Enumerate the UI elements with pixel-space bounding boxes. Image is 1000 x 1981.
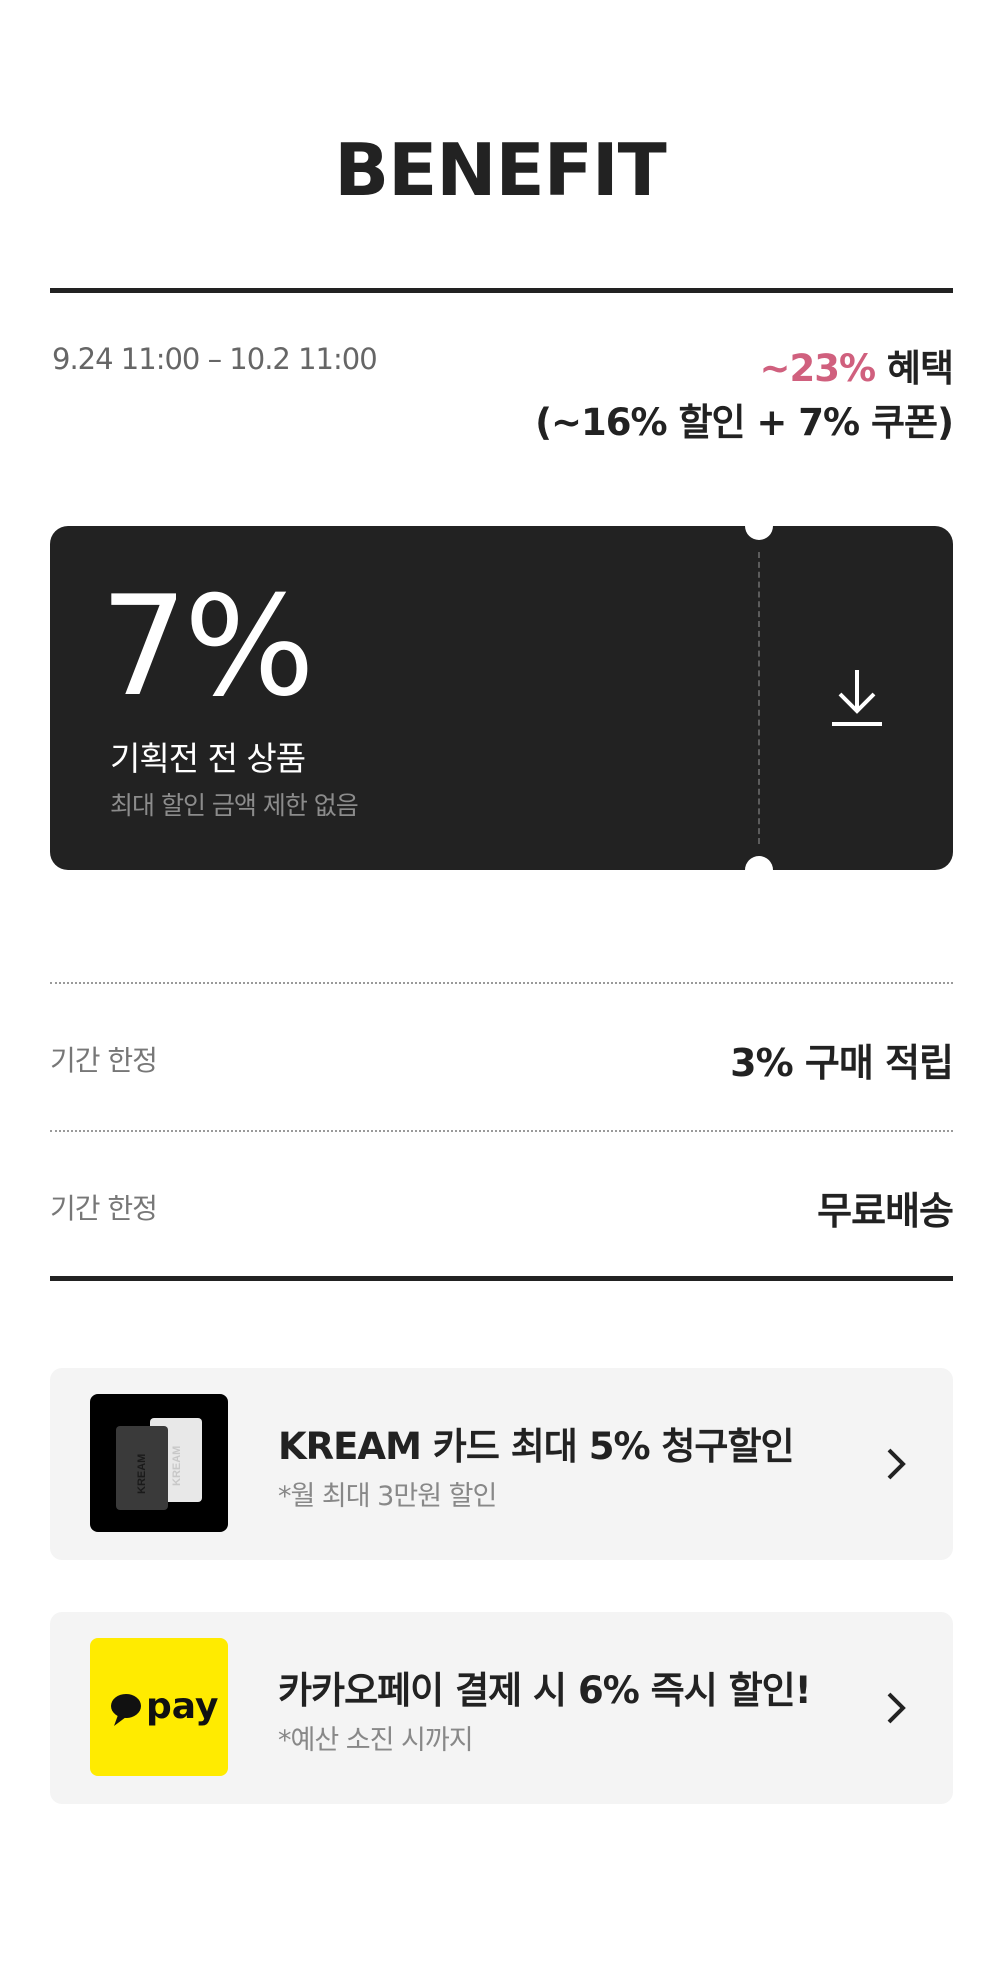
benefit-divider <box>50 1130 953 1132</box>
kakaopay-icon: pay <box>90 1638 228 1776</box>
coupon-percent: 7% <box>100 566 315 727</box>
benefit-tag: 기간 한정 <box>50 1044 158 1077</box>
benefit-free-shipping: 무료배송 <box>817 1189 954 1233</box>
promo-title: KREAM 카드 최대 5% 청구할인 <box>278 1425 795 1468</box>
coupon-divider <box>758 552 760 844</box>
promo-note: *예산 소진 시까지 <box>278 1725 474 1756</box>
card-logo-text: KREAM <box>136 1454 148 1494</box>
benefit-divider <box>50 982 953 984</box>
coupon-limit-note: 최대 할인 금액 제한 없음 <box>110 791 359 820</box>
promo-note: *월 최대 3만원 할인 <box>278 1481 497 1512</box>
total-suffix: 혜택 <box>875 347 954 390</box>
download-icon <box>832 670 882 726</box>
promo-title: 카카오페이 결제 시 6% 즉시 할인! <box>278 1669 812 1712</box>
benefit-tag: 기간 한정 <box>50 1192 158 1225</box>
kakaopay-promo[interactable]: pay 카카오페이 결제 시 6% 즉시 할인! *예산 소진 시까지 <box>50 1612 953 1804</box>
coupon-label: 기획전 전 상품 <box>110 739 306 778</box>
kakaopay-logo-text: pay <box>146 1686 218 1727</box>
coupon-notch-top <box>745 526 773 540</box>
coupon-card[interactable]: 7% 기획전 전 상품 최대 할인 금액 제한 없음 <box>50 526 953 870</box>
event-period: 9.24 11:00 – 10.2 11:00 <box>52 342 378 376</box>
download-coupon-button[interactable] <box>820 662 894 736</box>
top-divider <box>50 288 953 293</box>
chevron-right-icon <box>887 1448 906 1480</box>
chevron-right-icon <box>887 1692 906 1724</box>
card-logo-text: KREAM <box>171 1446 183 1486</box>
benefit-breakdown: (~16% 할인 + 7% 쿠폰) <box>535 401 954 444</box>
total-benefit: ~23% 혜택 (~16% 할인 + 7% 쿠폰) <box>535 342 954 450</box>
page-title: BENEFIT <box>334 128 667 212</box>
kream-card-promo[interactable]: KREAM KREAM KREAM 카드 최대 5% 청구할인 *월 최대 3만… <box>50 1368 953 1560</box>
kream-card-icon: KREAM KREAM <box>90 1394 228 1532</box>
benefits-bottom-divider <box>50 1276 953 1281</box>
total-highlight: ~23% <box>759 347 876 390</box>
benefit-points: 3% 구매 적립 <box>730 1041 954 1085</box>
coupon-notch-bottom <box>745 856 773 870</box>
